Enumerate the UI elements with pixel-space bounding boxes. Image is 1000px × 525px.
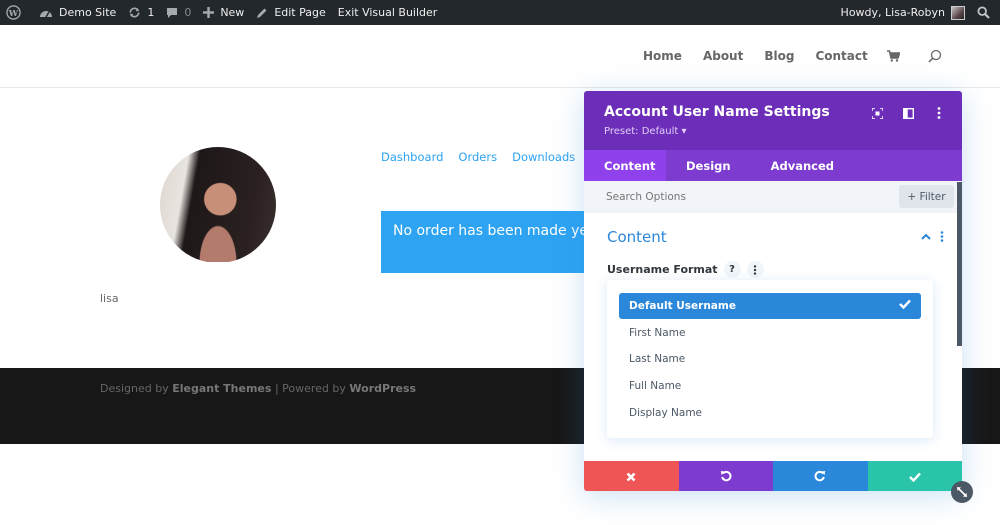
header-search-icon[interactable] bbox=[928, 49, 942, 63]
edit-page-label: Edit Page bbox=[274, 6, 326, 19]
undo-button[interactable] bbox=[678, 461, 773, 491]
edit-page-link[interactable]: Edit Page bbox=[250, 0, 331, 25]
panel-title: Account User Name Settings bbox=[604, 104, 830, 120]
username-format-select[interactable]: Default Username First Name Last Name Fu… bbox=[607, 280, 933, 438]
refresh-icon bbox=[128, 6, 141, 19]
user-account-menu[interactable]: Howdy, Lisa-Robyn bbox=[835, 0, 971, 25]
redo-icon bbox=[814, 467, 826, 486]
search-icon bbox=[977, 6, 990, 19]
greeting: Howdy, Lisa-Robyn bbox=[840, 6, 945, 19]
option-display-name[interactable]: Display Name bbox=[619, 400, 921, 426]
updates-count: 1 bbox=[147, 6, 155, 19]
nav-home[interactable]: Home bbox=[643, 49, 682, 63]
section-more-options-icon[interactable] bbox=[940, 231, 944, 242]
wordpress-logo-button[interactable]: W bbox=[0, 0, 33, 25]
footer-designer-link[interactable]: Elegant Themes bbox=[172, 382, 271, 395]
field-more-options-icon[interactable] bbox=[746, 261, 764, 278]
comments-count: 0 bbox=[184, 6, 192, 19]
exit-visual-builder-link[interactable]: Exit Visual Builder bbox=[332, 0, 444, 25]
more-options-icon[interactable] bbox=[931, 105, 947, 121]
exit-visual-builder-label: Exit Visual Builder bbox=[337, 6, 438, 19]
nav-about[interactable]: About bbox=[703, 49, 743, 63]
main-nav: Home About Blog Contact bbox=[643, 49, 942, 63]
help-icon[interactable]: ? bbox=[723, 261, 741, 278]
preset-dropdown[interactable]: Preset: Default ▾ bbox=[604, 126, 686, 137]
cart-icon[interactable] bbox=[886, 50, 900, 62]
module-settings-panel: Account User Name Settings Preset: Defau… bbox=[584, 91, 962, 491]
content-section-title[interactable]: Content bbox=[607, 228, 667, 246]
nav-contact[interactable]: Contact bbox=[815, 49, 867, 63]
username-format-label: Username Format bbox=[607, 263, 718, 276]
comment-icon bbox=[166, 7, 178, 19]
new-label: New bbox=[220, 6, 245, 19]
orders-notice: No order has been made yet. bbox=[381, 211, 595, 273]
panel-header[interactable]: Account User Name Settings Preset: Defau… bbox=[584, 91, 962, 150]
user-avatar-image bbox=[160, 147, 276, 263]
pencil-icon bbox=[256, 7, 268, 19]
tab-advanced[interactable]: Advanced bbox=[751, 150, 854, 181]
account-nav-orders[interactable]: Orders bbox=[458, 150, 497, 164]
cancel-button[interactable] bbox=[584, 461, 679, 491]
resize-arrows-icon bbox=[956, 486, 968, 498]
username-format-field: Username Format ? bbox=[607, 261, 764, 278]
footer-powered-by: | Powered by bbox=[271, 382, 350, 395]
updates-link[interactable]: 1 bbox=[122, 0, 160, 25]
footer-credits: Designed by Elegant Themes | Powered by … bbox=[100, 382, 416, 395]
nav-blog[interactable]: Blog bbox=[764, 49, 794, 63]
account-username: lisa bbox=[100, 292, 119, 305]
snap-sidebar-icon[interactable] bbox=[900, 105, 916, 121]
save-button[interactable] bbox=[867, 461, 962, 491]
checkmark-icon bbox=[899, 299, 911, 312]
avatar-clip bbox=[160, 262, 280, 272]
comments-link[interactable]: 0 bbox=[160, 0, 197, 25]
user-avatar-thumb bbox=[951, 5, 965, 20]
tab-design[interactable]: Design bbox=[666, 150, 751, 181]
search-options-bar: + Filter bbox=[584, 181, 957, 213]
account-nav-dashboard[interactable]: Dashboard bbox=[381, 150, 443, 164]
admin-bar: W Demo Site 1 0 New Edit Page Exit Visua… bbox=[0, 0, 1000, 25]
account-nav-downloads[interactable]: Downloads bbox=[512, 150, 575, 164]
footer-platform-link[interactable]: WordPress bbox=[349, 382, 416, 395]
footer-designed-by: Designed by bbox=[100, 382, 173, 395]
option-full-name[interactable]: Full Name bbox=[619, 373, 921, 399]
site-header: Home About Blog Contact bbox=[0, 25, 1000, 88]
panel-scrollbar[interactable] bbox=[957, 182, 962, 346]
svg-text:W: W bbox=[8, 8, 19, 18]
resize-handle[interactable] bbox=[951, 481, 973, 503]
panel-action-bar bbox=[584, 461, 962, 491]
option-first-name[interactable]: First Name bbox=[619, 320, 921, 346]
option-default-username[interactable]: Default Username bbox=[619, 293, 921, 319]
filter-button[interactable]: + Filter bbox=[899, 185, 954, 208]
option-last-name[interactable]: Last Name bbox=[619, 346, 921, 372]
admin-search-button[interactable] bbox=[971, 0, 1000, 25]
close-icon bbox=[626, 467, 636, 486]
search-options-input[interactable] bbox=[606, 191, 856, 203]
plus-icon bbox=[203, 7, 215, 18]
site-name: Demo Site bbox=[59, 6, 117, 19]
site-name-link[interactable]: Demo Site bbox=[33, 0, 122, 25]
redo-button[interactable] bbox=[773, 461, 868, 491]
option-label: Default Username bbox=[629, 300, 736, 312]
checkmark-icon bbox=[908, 467, 921, 486]
dashboard-gauge-icon bbox=[39, 7, 53, 19]
new-content-link[interactable]: New bbox=[197, 0, 250, 25]
tab-content[interactable]: Content bbox=[584, 150, 666, 181]
undo-icon bbox=[720, 467, 732, 486]
panel-tabs: Content Design Advanced bbox=[584, 150, 962, 181]
wordpress-logo-icon: W bbox=[6, 5, 21, 20]
fullscreen-icon[interactable] bbox=[869, 105, 885, 121]
collapse-chevron-up-icon[interactable] bbox=[921, 233, 931, 240]
